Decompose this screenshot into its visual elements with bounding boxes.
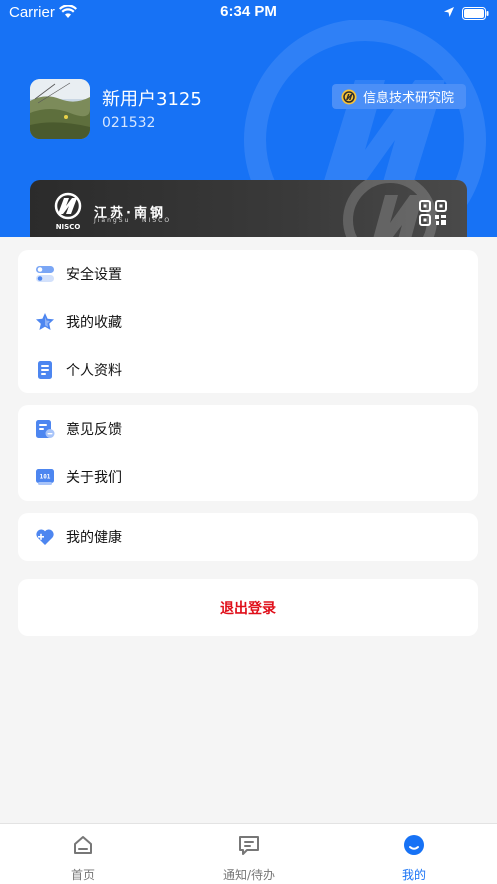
- card-brand-sub: JiangSu · NISCO: [94, 217, 172, 224]
- user-id: 021532: [102, 115, 156, 131]
- tab-mine[interactable]: 我的: [331, 824, 497, 884]
- menu-item-health[interactable]: 我的健康: [18, 513, 478, 561]
- tab-home[interactable]: 首页: [0, 824, 166, 884]
- status-bar: Carrier 6:34 PM: [0, 0, 497, 26]
- menu-item-label: 关于我们: [66, 470, 122, 486]
- star-icon: [35, 312, 55, 332]
- menu-item-label: 个人资料: [66, 363, 122, 379]
- tab-label: 我的: [401, 868, 426, 882]
- menu-group-2: 意见反馈 101 关于我们: [18, 405, 478, 501]
- qr-code-icon[interactable]: [419, 200, 447, 226]
- company-card[interactable]: NISCO 江苏·南钢 JiangSu · NISCO: [30, 180, 467, 237]
- profile-header: Carrier 6:34 PM 新用户3125 021532 信息技术研究院 N…: [0, 0, 497, 237]
- tab-notifications-todo[interactable]: 通知/待办: [166, 824, 332, 884]
- menu-group-1: 安全设置 我的收藏 个人资料: [18, 250, 478, 393]
- logo-text: NISCO: [56, 223, 81, 231]
- menu-item-feedback[interactable]: 意见反馈: [18, 405, 478, 453]
- tab-label: 首页: [70, 868, 95, 882]
- organization-name: 信息技术研究院: [363, 91, 455, 106]
- heart-plus-icon: [35, 527, 55, 547]
- profile-document-icon: [35, 360, 55, 380]
- location-arrow-icon: [444, 7, 454, 17]
- tab-label: 通知/待办: [222, 868, 276, 882]
- toggle-settings-icon: [35, 264, 55, 284]
- menu-item-label: 我的健康: [66, 530, 122, 546]
- message-icon: [239, 836, 259, 855]
- svg-text:101: 101: [40, 474, 51, 481]
- avatar[interactable]: [30, 79, 90, 139]
- menu-item-label: 安全设置: [66, 267, 122, 283]
- feedback-icon: [35, 419, 55, 439]
- organization-badge[interactable]: 信息技术研究院: [332, 84, 466, 109]
- tab-bar: 首页 通知/待办 我的: [0, 823, 497, 884]
- home-icon: [74, 836, 92, 854]
- menu-item-profile[interactable]: 个人资料: [18, 346, 478, 394]
- brand-logo-icon: [341, 89, 357, 104]
- menu-item-label: 我的收藏: [66, 315, 122, 331]
- menu-group-3: 我的健康: [18, 513, 478, 561]
- logout-button[interactable]: 退出登录: [18, 579, 478, 636]
- menu-item-favorites[interactable]: 我的收藏: [18, 298, 478, 346]
- user-name: 新用户3125: [102, 89, 202, 110]
- status-time: 6:34 PM: [220, 3, 277, 20]
- user-smile-icon: [404, 835, 424, 855]
- about-icon: 101: [35, 467, 55, 487]
- nisco-logo-icon: NISCO: [54, 192, 82, 231]
- avatar-photo: [30, 79, 90, 139]
- menu-item-about[interactable]: 101 关于我们: [18, 453, 478, 501]
- menu-item-security-settings[interactable]: 安全设置: [18, 250, 478, 298]
- menu-item-label: 意见反馈: [66, 422, 122, 438]
- battery-icon: [462, 7, 489, 20]
